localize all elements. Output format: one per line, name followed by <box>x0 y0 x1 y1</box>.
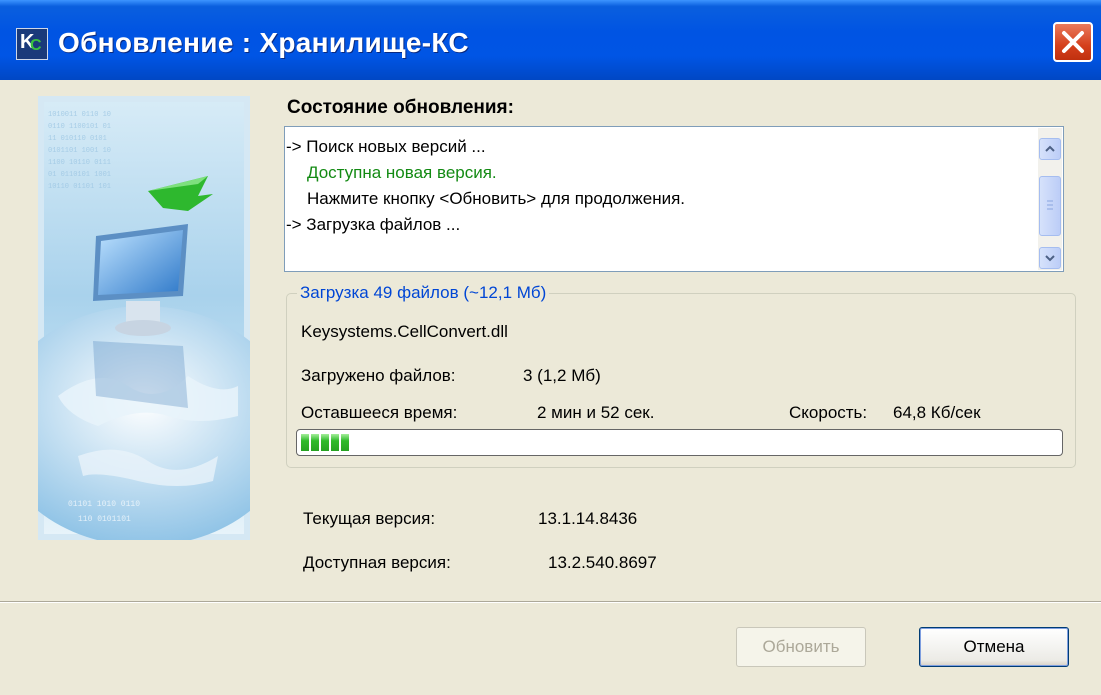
available-version-value: 13.2.540.8697 <box>548 553 657 572</box>
cancel-button[interactable]: Отмена <box>919 627 1069 667</box>
close-icon <box>1062 31 1084 53</box>
title-bar[interactable]: KC Обновление : Хранилище-КС <box>0 0 1101 80</box>
status-log[interactable]: -> Поиск новых версий ... Доступна новая… <box>284 126 1064 272</box>
remaining-time-label: Оставшееся время: <box>301 403 458 422</box>
svg-text:0101101 1001 10: 0101101 1001 10 <box>48 147 111 155</box>
progress-segment <box>301 434 309 451</box>
svg-text:10110 01101 101: 10110 01101 101 <box>48 183 111 191</box>
speed-label: Скорость: <box>789 403 868 422</box>
svg-text:01101 1010 0110: 01101 1010 0110 <box>68 500 140 509</box>
svg-text:1100 10110 0111: 1100 10110 0111 <box>48 159 111 167</box>
close-button[interactable] <box>1053 22 1093 62</box>
scroll-thumb[interactable] <box>1039 176 1061 236</box>
log-line: Доступна новая версия. <box>307 163 497 182</box>
side-illustration: 1010011 0110 10 0110 1100101 01 11 01011… <box>38 96 250 540</box>
current-version-value: 13.1.14.8436 <box>538 509 638 528</box>
svg-text:11 010110 0101: 11 010110 0101 <box>48 135 107 143</box>
speed-value: 64,8 Кб/сек <box>893 403 981 422</box>
available-version-label: Доступная версия: <box>303 553 451 572</box>
ks-app-icon: KC <box>16 28 48 60</box>
svg-text:110 0101101: 110 0101101 <box>78 515 131 524</box>
download-progress-bar <box>296 429 1063 456</box>
current-version-label: Текущая версия: <box>303 509 436 528</box>
svg-text:1010011 0110 10: 1010011 0110 10 <box>48 111 111 119</box>
monitor-globe-illustration: 1010011 0110 10 0110 1100101 01 11 01011… <box>38 111 250 540</box>
status-label: Состояние обновления: <box>287 97 514 118</box>
grip-icon <box>1047 200 1053 210</box>
loaded-files-label: Загружено файлов: <box>301 366 456 385</box>
log-line: -> Загрузка файлов ... <box>286 215 461 234</box>
current-file-name: Keysystems.CellConvert.dll <box>301 322 508 341</box>
progress-segment <box>321 434 329 451</box>
log-line: -> Поиск новых версий ... <box>286 137 486 156</box>
log-line: Нажмите кнопку <Обновить> для продолжени… <box>307 189 686 208</box>
svg-text:01 0110101 1001: 01 0110101 1001 <box>48 171 111 179</box>
log-scrollbar[interactable] <box>1038 128 1062 270</box>
chevron-up-icon <box>1045 145 1055 152</box>
footer-separator <box>0 601 1101 603</box>
download-group-title: Загрузка 49 файлов (~12,1 Мб) <box>297 283 550 303</box>
chevron-down-icon <box>1045 255 1055 262</box>
window-title: Обновление : Хранилище-КС <box>58 27 469 58</box>
progress-segment <box>341 434 349 451</box>
loaded-files-value: 3 (1,2 Мб) <box>523 366 601 385</box>
scroll-up-button[interactable] <box>1039 138 1061 160</box>
update-button[interactable]: Обновить <box>736 627 866 667</box>
remaining-time-value: 2 мин и 52 сек. <box>537 403 655 422</box>
svg-text:0110 1100101 01: 0110 1100101 01 <box>48 123 111 131</box>
update-dialog: KC Обновление : Хранилище-КС 1010011 011… <box>0 0 1101 695</box>
progress-segment <box>311 434 319 451</box>
scroll-down-button[interactable] <box>1039 247 1061 269</box>
progress-segment <box>331 434 339 451</box>
